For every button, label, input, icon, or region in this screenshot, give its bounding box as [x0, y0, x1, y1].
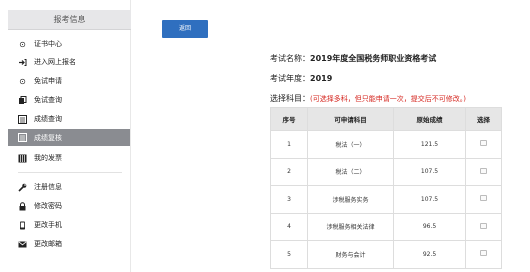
row-score: 92.5 [393, 240, 466, 269]
sidebar-header: 报考信息 [8, 10, 131, 30]
ring-icon: ⊙ [19, 39, 26, 49]
sidebar-item-exemption-apply[interactable]: ⊙ 免试申请 [18, 74, 62, 88]
list-icon [18, 133, 27, 142]
row-number: 3 [270, 185, 308, 214]
column-header-subject: 可申请科目 [307, 107, 394, 131]
row-select-cell [465, 157, 502, 186]
column-header-number: 序号 [270, 107, 308, 131]
exam-name-label: 考试名称： [270, 54, 310, 63]
sidebar-item-certificate-center[interactable]: ⊙ 证书中心 [18, 37, 62, 51]
row-subject: 税法（二） [307, 157, 394, 186]
sidebar: 报考信息 ⊙ 证书中心 进入网上报名 ⊙ 免试申请 免试查询 成绩查询 成绩复核… [0, 0, 131, 272]
sidebar-item-exemption-query[interactable]: 免试查询 [18, 93, 62, 107]
exam-year-value: 2019 [310, 74, 333, 83]
sidebar-item-label: 我的发票 [34, 154, 62, 162]
sidebar-item-label: 更改邮箱 [34, 240, 62, 248]
sidebar-item-change-phone[interactable]: 更改手机 [18, 218, 62, 232]
ring-icon: ⊙ [19, 76, 26, 86]
exam-year-line: 考试年度：2019 [270, 73, 332, 84]
sidebar-item-label: 证书中心 [34, 40, 62, 48]
login-icon [18, 58, 27, 67]
row-subject: 涉税服务实务 [307, 185, 394, 214]
sidebar-item-my-invoices[interactable]: 我的发票 [18, 151, 62, 165]
receipt-icon [18, 154, 27, 163]
list-icon [18, 114, 27, 124]
row-number: 4 [270, 212, 308, 241]
sidebar-item-label: 更改手机 [34, 221, 62, 229]
page: 报考信息 ⊙ 证书中心 进入网上报名 ⊙ 免试申请 免试查询 成绩查询 成绩复核… [0, 0, 530, 272]
row-score: 107.5 [393, 185, 466, 214]
row-select-cell [465, 185, 502, 214]
sidebar-item-score-query[interactable]: 成绩查询 [18, 112, 62, 126]
row-score: 121.5 [393, 130, 466, 159]
row-select-cell [465, 212, 502, 241]
select-checkbox[interactable] [480, 250, 487, 257]
row-number: 1 [270, 130, 308, 159]
sidebar-item-label: 免试申请 [34, 77, 62, 85]
row-score: 96.5 [393, 212, 466, 241]
row-score: 107.5 [393, 157, 466, 186]
table-row: 2 税法（二） 107.5 [270, 157, 502, 186]
row-number: 5 [270, 240, 308, 269]
exam-year-label: 考试年度： [270, 74, 310, 83]
phone-icon [18, 221, 27, 230]
sidebar-divider [18, 172, 122, 173]
sidebar-item-change-email[interactable]: 更改邮箱 [18, 237, 62, 251]
row-subject: 财务与会计 [307, 240, 394, 269]
table-row: 5 财务与会计 92.5 [270, 240, 502, 269]
sidebar-item-label: 修改密码 [34, 202, 62, 210]
subject-select-note: (可选择多科，但只能申请一次，提交后不可修改。) [310, 95, 466, 103]
table-row: 3 涉税服务实务 107.5 [270, 185, 502, 214]
select-checkbox[interactable] [480, 222, 487, 229]
table-header-row: 序号 可申请科目 原始成绩 选择 [270, 107, 502, 131]
mail-icon [18, 240, 27, 249]
exam-name-value: 2019年度全国税务师职业资格考试 [310, 54, 437, 63]
sidebar-item-label: 进入网上报名 [34, 58, 76, 66]
sidebar-item-online-registration[interactable]: 进入网上报名 [18, 55, 76, 69]
subject-table: 序号 可申请科目 原始成绩 选择 1 税法（一） 121.5 2 税法（二） 1… [270, 107, 502, 269]
sidebar-header-title: 报考信息 [53, 15, 86, 24]
row-number: 2 [270, 157, 308, 186]
row-select-cell [465, 240, 502, 269]
exam-name-line: 考试名称：2019年度全国税务师职业资格考试 [270, 53, 436, 64]
column-header-score: 原始成绩 [393, 107, 466, 131]
back-button[interactable]: 返回 [162, 20, 208, 38]
sidebar-item-label: 免试查询 [34, 96, 62, 104]
sidebar-item-score-review[interactable]: 成绩复核 [8, 129, 130, 146]
select-checkbox[interactable] [480, 140, 487, 147]
sidebar-item-label: 注册信息 [34, 183, 62, 191]
sidebar-item-label: 成绩复核 [34, 133, 62, 142]
documents-icon [18, 95, 27, 105]
subject-select-label: 选择科目： [270, 94, 310, 103]
wrench-icon [18, 183, 27, 192]
row-select-cell [465, 130, 502, 159]
lock-icon [18, 201, 27, 211]
column-header-select: 选择 [465, 107, 502, 131]
sidebar-item-registration-info[interactable]: 注册信息 [18, 180, 62, 194]
table-row: 1 税法（一） 121.5 [270, 130, 502, 159]
sidebar-item-label: 成绩查询 [34, 115, 62, 123]
table-row: 4 涉税服务相关法律 96.5 [270, 212, 502, 241]
select-checkbox[interactable] [480, 195, 487, 202]
select-checkbox[interactable] [480, 167, 487, 174]
sidebar-item-change-password[interactable]: 修改密码 [18, 199, 62, 213]
row-subject: 税法（一） [307, 130, 394, 159]
row-subject: 涉税服务相关法律 [307, 212, 394, 241]
subject-select-line: 选择科目：(可选择多科，但只能申请一次，提交后不可修改。) [270, 93, 466, 104]
